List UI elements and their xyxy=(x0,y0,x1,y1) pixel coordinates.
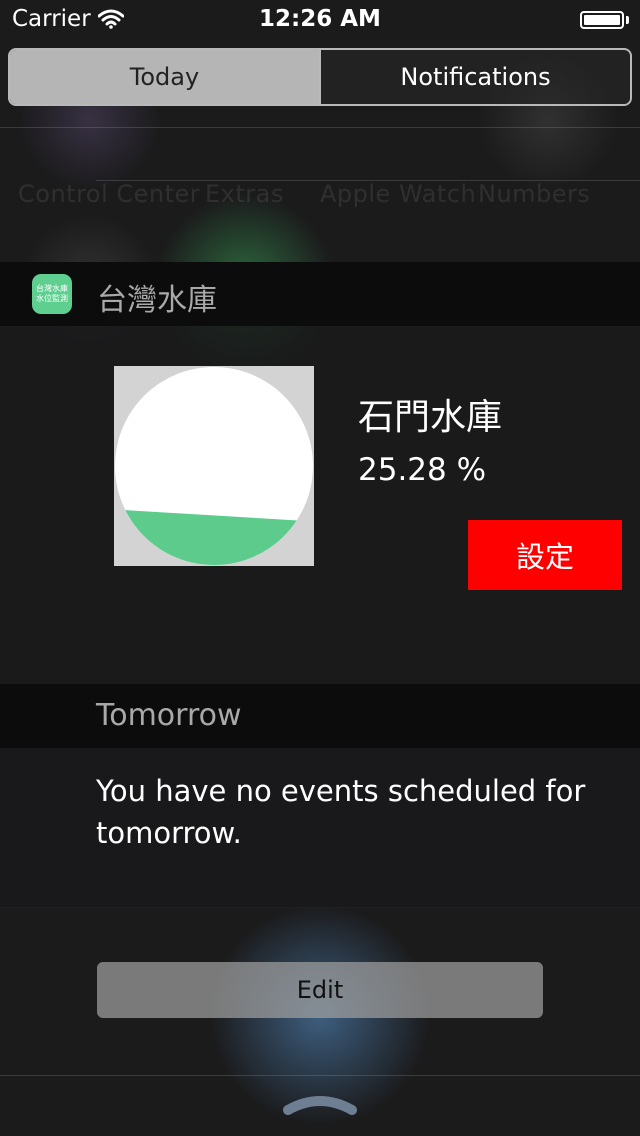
tomorrow-section: You have no events scheduled for tomorro… xyxy=(0,748,640,908)
tab-notifications[interactable]: Notifications xyxy=(319,50,630,104)
widget-header[interactable]: 台灣水庫水位監測 台灣水庫 xyxy=(0,262,640,326)
tomorrow-header: Tomorrow xyxy=(0,684,640,748)
tab-today[interactable]: Today xyxy=(10,50,319,104)
battery-fill xyxy=(584,15,620,25)
divider xyxy=(0,1075,640,1076)
status-bar: Carrier 12:26 AM xyxy=(0,0,640,40)
divider xyxy=(96,180,640,181)
blurred-background-labels: Control Center Extras Apple Watch Number… xyxy=(18,180,591,208)
reservoir-name: 石門水庫 xyxy=(358,397,503,438)
app-icon-lettering: 台灣水庫水位監測 xyxy=(36,284,68,303)
divider xyxy=(0,127,640,128)
view-segmented-control: Today Notifications xyxy=(8,48,632,106)
clock: 12:26 AM xyxy=(259,6,381,32)
widget-title: 台灣水庫 xyxy=(97,283,217,318)
no-events-message: You have no events scheduled for tomorro… xyxy=(96,774,586,850)
settings-button[interactable]: 設定 xyxy=(468,520,622,590)
tomorrow-title: Tomorrow xyxy=(96,698,242,733)
reservoir-app-icon: 台灣水庫水位監測 xyxy=(32,274,72,314)
battery-icon xyxy=(580,11,624,29)
reservoir-percentage: 25.28 % xyxy=(358,452,487,488)
battery-tip xyxy=(626,16,629,24)
chevron-up-handle-icon[interactable] xyxy=(282,1090,358,1116)
reservoir-widget[interactable]: 石門水庫 25.28 % 設定 xyxy=(0,326,640,684)
edit-button[interactable]: Edit xyxy=(97,962,543,1018)
water-level-gauge xyxy=(114,366,314,566)
